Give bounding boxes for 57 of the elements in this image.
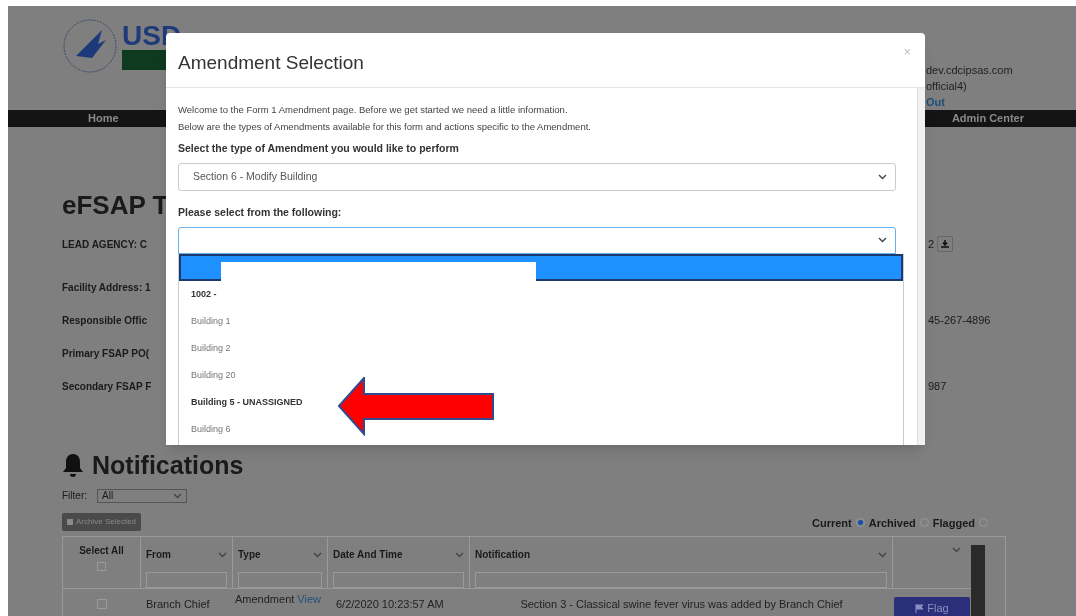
filter-select[interactable]: All	[97, 488, 187, 503]
chevron-icon	[455, 551, 464, 558]
column-header: Select All	[79, 544, 124, 558]
table-cell-text: 6/2/2020 10:23:57 AM	[335, 596, 445, 612]
select-all-checkbox[interactable]	[97, 562, 106, 571]
eagle-emblem-icon	[62, 18, 118, 74]
chevron-icon	[952, 547, 961, 553]
field-value: 987	[928, 378, 947, 394]
field-label: Responsible Offic	[62, 313, 147, 328]
column-filter-field[interactable]	[475, 572, 887, 588]
flag-icon	[915, 603, 925, 613]
view-label: Archived	[868, 515, 916, 531]
view-label: Current	[812, 515, 852, 531]
chevron-icon	[878, 551, 887, 558]
field-label: Primary FSAP PO(	[62, 346, 150, 361]
field-value: 45-267-4896	[928, 312, 991, 328]
chevron-icon	[173, 492, 182, 499]
field-label: Please select from the following:	[178, 204, 343, 220]
field-label: LEAD AGENCY: C	[62, 237, 147, 252]
column-filter-field[interactable]	[238, 572, 322, 588]
nav-link[interactable]: Admin Center	[951, 110, 1024, 127]
column-header: Date And Time	[333, 548, 403, 562]
column-header: Notification	[475, 548, 530, 562]
intro-text: Welcome to the Form 1 Amendment page. Before we get started we need a little information.	[178, 103, 569, 117]
dialog-title: Amendment Selection	[178, 51, 364, 75]
chevron-icon	[878, 173, 887, 180]
table-cell-text: Section 3 - Classical swine fever virus was added by Branch Chief	[519, 596, 844, 612]
archive-icon	[67, 519, 73, 525]
column-header: From	[146, 548, 171, 562]
scrollbar[interactable]	[971, 545, 985, 616]
user-info-text: dev.cdcipsas.com	[926, 63, 1014, 78]
column-filter-field[interactable]	[333, 572, 464, 588]
table-cell-text: Branch Chief	[145, 596, 211, 612]
nav-link[interactable]: Home	[88, 110, 119, 127]
user-info-text: official4)	[926, 79, 968, 94]
chevron-icon	[218, 551, 227, 558]
download-icon	[941, 240, 950, 248]
field-value: 2	[928, 236, 935, 252]
column-filter-field[interactable]	[146, 572, 227, 588]
filter-label: Filter:	[62, 489, 87, 503]
chevron-icon	[878, 237, 887, 243]
field-label: Facility Address: 1	[62, 280, 151, 295]
field-label: Secondary FSAP F	[62, 379, 152, 394]
bell-icon	[62, 453, 84, 478]
notifications-heading: Notifications	[92, 449, 244, 481]
dropdown-option[interactable]	[179, 254, 903, 281]
view-label: Flagged	[932, 515, 975, 531]
dialog-scrollbar[interactable]	[917, 88, 925, 445]
flag-button[interactable]: Flag	[894, 597, 970, 616]
field-label: Select the type of Amendment you would like to perform	[178, 141, 460, 156]
download-button[interactable]	[937, 236, 954, 252]
amendment-type-select[interactable]: Section 6 - Modify Building	[178, 162, 896, 191]
intro-text: Below are the types of Amendments available for this form and actions specific to the Amendment.	[178, 120, 592, 134]
column-header: Type	[238, 548, 261, 562]
chevron-icon	[313, 551, 322, 558]
row-checkbox[interactable]	[97, 599, 107, 609]
table-cell-text: Amendment	[235, 592, 295, 607]
